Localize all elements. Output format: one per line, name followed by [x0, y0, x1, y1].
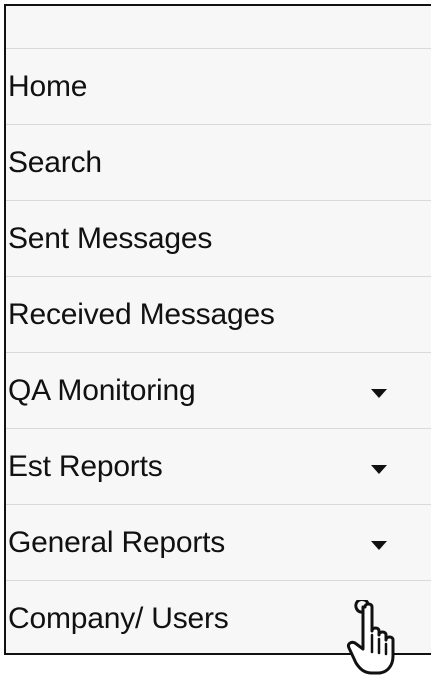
menu-item-received-messages[interactable]: Received Messages	[6, 276, 431, 352]
menu-item-label: QA Monitoring	[8, 374, 196, 407]
menu-item-label: Search	[8, 146, 102, 179]
menu-item-company-users[interactable]: Company/ Users	[6, 580, 431, 653]
caret-down-icon[interactable]	[371, 465, 387, 474]
menu-item-general-reports[interactable]: General Reports	[6, 504, 431, 580]
navigation-menu: Home Search Sent Messages Received Messa…	[4, 4, 431, 655]
caret-down-icon[interactable]	[371, 389, 387, 398]
menu-item-qa-monitoring[interactable]: QA Monitoring	[6, 352, 431, 428]
menu-top-spacer	[6, 6, 431, 48]
menu-item-search[interactable]: Search	[6, 124, 431, 200]
menu-item-sent-messages[interactable]: Sent Messages	[6, 200, 431, 276]
menu-item-label: Home	[8, 70, 88, 103]
menu-item-est-reports[interactable]: Est Reports	[6, 428, 431, 504]
caret-down-icon[interactable]	[371, 541, 387, 550]
menu-item-home[interactable]: Home	[6, 48, 431, 124]
menu-item-label: Sent Messages	[8, 222, 213, 255]
menu-item-label: General Reports	[8, 526, 226, 559]
menu-item-label: Received Messages	[8, 298, 275, 331]
menu-item-label: Est Reports	[8, 450, 163, 483]
page: Home Search Sent Messages Received Messa…	[0, 0, 431, 676]
menu-item-label: Company/ Users	[8, 602, 229, 635]
